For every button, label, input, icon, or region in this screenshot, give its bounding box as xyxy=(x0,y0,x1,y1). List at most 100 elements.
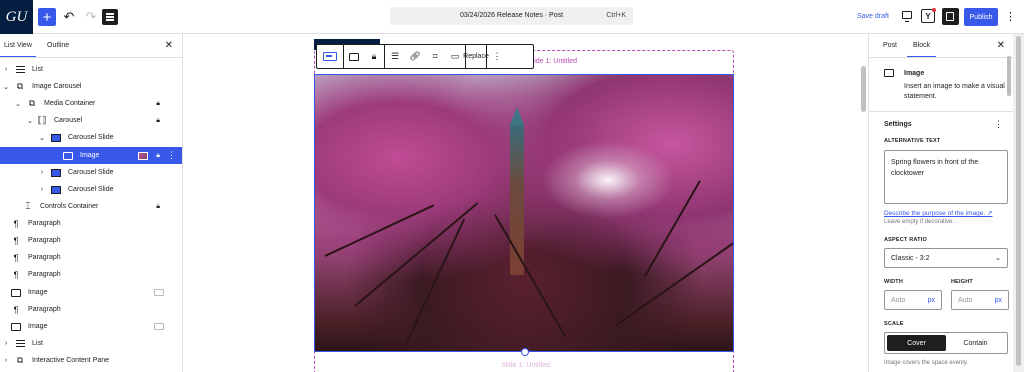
slide-icon xyxy=(50,185,62,195)
list-item[interactable]: ⌶ Controls Container 🔒︎ xyxy=(0,198,182,215)
alt-text-field[interactable]: Spring flowers in front of the clocktowe… xyxy=(884,150,1008,204)
aspect-ratio-value: Classic - 3:2 xyxy=(891,255,930,262)
selected-image-block[interactable] xyxy=(314,74,734,352)
document-title: 03/24/2026 Release Notes · Post xyxy=(459,12,564,19)
width-field[interactable]: Auto px xyxy=(884,290,942,310)
replace-button[interactable]: Replace xyxy=(463,45,489,68)
resize-handle[interactable] xyxy=(521,348,529,356)
width-unit[interactable]: px xyxy=(928,297,935,304)
aspect-ratio-select[interactable]: Classic - 3:2 ⌄ xyxy=(884,248,1008,268)
list-item-label: List xyxy=(32,340,43,347)
paragraph-icon: ¶ xyxy=(13,269,19,280)
list-item[interactable]: ¶ Paragraph xyxy=(0,215,182,232)
list-item[interactable]: › ⧉ Interactive Content Pane xyxy=(0,352,182,369)
height-label: HEIGHT xyxy=(951,279,973,285)
list-item-label: Controls Container xyxy=(40,203,99,210)
yoast-seo-icon[interactable]: Y xyxy=(921,8,936,23)
list-item[interactable]: ⌄ Carousel Slide xyxy=(0,129,182,146)
block-badge-icon xyxy=(154,289,164,296)
settings-heading: Settings xyxy=(884,121,912,128)
list-item-label: Interactive Content Pane xyxy=(32,357,110,364)
publish-button[interactable]: Publish xyxy=(964,8,998,26)
kebab-icon[interactable]: ⋮ xyxy=(167,150,176,161)
preview-desktop-icon[interactable] xyxy=(902,11,912,22)
chevron-right-icon[interactable]: › xyxy=(2,340,10,347)
add-block-button[interactable]: + xyxy=(38,8,56,26)
list-item[interactable]: › Carousel Slide xyxy=(0,181,182,198)
height-placeholder: Auto xyxy=(958,297,973,304)
undo-button[interactable]: ↶ xyxy=(60,8,78,26)
block-description: Insert an image to make a visual stateme… xyxy=(904,83,1005,100)
list-item[interactable]: › Carousel Slide xyxy=(0,164,182,181)
link-icon[interactable]: 🔗︎ xyxy=(405,45,425,68)
scale-option-cover[interactable]: Cover xyxy=(887,335,946,351)
list-item[interactable]: ¶ Paragraph xyxy=(0,232,182,249)
settings-sidebar-toggle-icon[interactable] xyxy=(942,8,959,25)
chevron-right-icon[interactable]: › xyxy=(38,169,46,176)
list-item[interactable]: ¶ Paragraph xyxy=(0,266,182,283)
close-icon[interactable]: ✕ xyxy=(997,40,1005,51)
tab-post[interactable]: Post xyxy=(883,42,897,49)
list-item[interactable]: ⌄ ⟦⟧ Carousel 🔒︎ xyxy=(0,112,182,129)
lock-icon: 🔒︎ xyxy=(156,202,160,210)
image-icon xyxy=(10,322,22,332)
scale-help: Image covers the space evenly. xyxy=(884,360,968,366)
page-scrollbar[interactable] xyxy=(1013,34,1024,372)
tab-block[interactable]: Block xyxy=(906,42,937,57)
width-label: WIDTH xyxy=(884,279,904,285)
list-icon xyxy=(14,339,26,349)
list-item[interactable]: ⌄ ⧉ Media Container 🔒︎ xyxy=(0,95,182,112)
chevron-down-icon[interactable]: ⌄ xyxy=(14,100,22,108)
external-link-icon: ↗ xyxy=(986,210,993,217)
lock-icon[interactable]: 🔒︎ xyxy=(364,45,384,68)
canvas-scrollbar[interactable] xyxy=(858,34,868,372)
close-icon[interactable]: ✕ xyxy=(165,40,173,51)
chevron-right-icon[interactable]: › xyxy=(38,186,46,193)
chevron-right-icon[interactable]: › xyxy=(2,357,10,364)
list-item-label: Paragraph xyxy=(28,254,61,261)
list-item[interactable]: ⌄ ⧉ Image Carousel xyxy=(0,78,182,95)
right-panel-tabs: Post Block ✕ xyxy=(869,34,1013,58)
block-type-icon[interactable] xyxy=(317,45,343,68)
list-item[interactable]: Image xyxy=(0,318,182,335)
panel-scrollbar[interactable] xyxy=(1007,56,1012,372)
aspect-ratio-label: ASPECT RATIO xyxy=(884,237,927,243)
save-draft-button[interactable]: Save draft xyxy=(857,13,889,20)
chevron-down-icon: ⌄ xyxy=(995,255,1001,262)
slide-icon xyxy=(50,133,62,143)
crop-icon[interactable]: ⌗ xyxy=(425,45,445,68)
alt-text-help-link[interactable]: Describe the purpose of the image. ↗ xyxy=(884,209,992,217)
list-item[interactable]: › List xyxy=(0,335,182,352)
paragraph-icon: ¶ xyxy=(13,218,19,229)
tab-outline[interactable]: Outline xyxy=(47,42,69,49)
options-kebab-icon[interactable]: ⋮ xyxy=(1005,10,1016,23)
chevron-down-icon[interactable]: ⌄ xyxy=(2,83,10,91)
command-palette-title[interactable]: 03/24/2026 Release Notes · Post Ctrl+K xyxy=(390,7,633,25)
list-item[interactable]: Image xyxy=(0,284,182,301)
height-unit[interactable]: px xyxy=(995,297,1002,304)
caption-icon[interactable]: ▭ xyxy=(445,45,465,68)
list-item-label: Paragraph xyxy=(28,237,61,244)
chevron-down-icon[interactable]: ⌄ xyxy=(26,117,34,125)
list-item[interactable]: ¶ Paragraph xyxy=(0,301,182,318)
block-toolbar: 🔒︎ ☰ 🔗︎ ⌗ ▭ Replace ⋮ xyxy=(316,44,534,69)
more-options-icon[interactable]: ⋮ xyxy=(487,45,507,68)
image-transform-icon[interactable] xyxy=(344,45,364,68)
lock-icon: 🔒︎ xyxy=(156,151,160,159)
document-overview-button[interactable] xyxy=(102,9,118,25)
chevron-down-icon[interactable]: ⌄ xyxy=(38,134,46,142)
redo-button[interactable]: ↷ xyxy=(82,8,100,26)
align-icon[interactable]: ☰ xyxy=(385,45,405,68)
list-item-label: Carousel Slide xyxy=(68,186,114,193)
chevron-right-icon[interactable]: › xyxy=(2,66,10,73)
site-logo[interactable]: GU xyxy=(0,0,33,34)
settings-kebab-icon[interactable]: ⋮ xyxy=(994,119,1003,130)
height-field[interactable]: Auto px xyxy=(951,290,1009,310)
width-placeholder: Auto xyxy=(891,297,906,304)
list-icon xyxy=(14,65,26,75)
list-item[interactable]: › List xyxy=(0,61,182,78)
scale-option-contain[interactable]: Contain xyxy=(946,335,1005,351)
tab-list-view[interactable]: List View xyxy=(0,42,36,57)
list-item-selected[interactable]: Image 🔒︎ ⋮ xyxy=(0,147,182,164)
list-item[interactable]: ¶ Paragraph xyxy=(0,249,182,266)
